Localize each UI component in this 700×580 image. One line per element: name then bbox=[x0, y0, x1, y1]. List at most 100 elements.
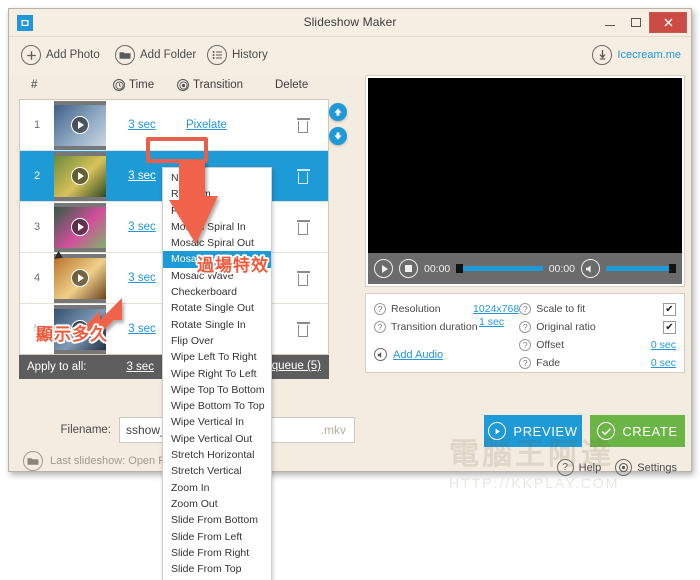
play-icon bbox=[381, 264, 388, 273]
create-button[interactable]: CREATE bbox=[590, 415, 685, 447]
original-ratio-checkbox[interactable]: ✔ bbox=[663, 320, 676, 334]
scale-to-fit-label: Scale to fit bbox=[536, 303, 586, 315]
brand-link[interactable]: Icecream.me bbox=[592, 45, 681, 65]
thumbnail[interactable] bbox=[54, 100, 106, 150]
column-label-num: # bbox=[31, 79, 38, 91]
column-label-delete: Delete bbox=[275, 79, 309, 91]
resolution-label: Resolution bbox=[391, 303, 441, 315]
seek-slider[interactable] bbox=[456, 264, 543, 273]
trash-icon bbox=[296, 219, 310, 235]
dropdown-item[interactable]: Mosaic Spiral Out bbox=[163, 235, 271, 251]
table-row[interactable]: 1 3 sec Pixelate bbox=[20, 100, 328, 151]
seek-knob[interactable] bbox=[456, 264, 464, 273]
minimize-icon bbox=[605, 25, 615, 26]
fade-label: Fade bbox=[536, 357, 561, 369]
main-body: # Time Transition Delete 1 3 sec Pixelat… bbox=[9, 75, 691, 471]
transition-duration-value[interactable]: 1 sec bbox=[479, 316, 504, 328]
row-transition-link[interactable]: Pixelate bbox=[178, 119, 278, 131]
row-number: 3 bbox=[33, 221, 41, 233]
help-icon[interactable]: ? bbox=[519, 339, 532, 351]
dropdown-item[interactable]: Checkerboard bbox=[163, 284, 271, 300]
dropdown-item[interactable]: Wipe Vertical In bbox=[163, 414, 271, 430]
dropdown-item[interactable]: Slide From Top bbox=[163, 561, 271, 577]
dropdown-item[interactable]: Wipe Bottom To Top bbox=[163, 398, 271, 414]
dropdown-item[interactable]: Rotate Single Out bbox=[163, 300, 271, 316]
dropdown-item[interactable]: Wipe Vertical Out bbox=[163, 431, 271, 447]
row-delete-button[interactable] bbox=[278, 117, 328, 133]
icecream-logo-icon bbox=[592, 45, 613, 65]
fade-value[interactable]: 0 sec bbox=[651, 357, 676, 369]
offset-value[interactable]: 0 sec bbox=[651, 339, 676, 351]
preview-screen[interactable] bbox=[368, 78, 682, 253]
close-button[interactable] bbox=[649, 12, 687, 33]
dropdown-item[interactable]: Random bbox=[163, 186, 271, 202]
play-overlay-icon bbox=[71, 269, 89, 287]
speaker-icon bbox=[586, 264, 591, 273]
list-icon bbox=[207, 45, 227, 65]
volume-button[interactable] bbox=[581, 259, 600, 278]
dropdown-item[interactable]: Stretch Horizontal bbox=[163, 447, 271, 463]
settings-column-left: ? Resolution 1024x768 ? Transition durat… bbox=[374, 300, 519, 366]
play-overlay-icon bbox=[71, 116, 89, 134]
dropdown-item[interactable]: Zoom Out bbox=[163, 496, 271, 512]
add-folder-button[interactable]: Add Folder bbox=[115, 45, 196, 65]
row-delete-button[interactable] bbox=[278, 219, 328, 235]
dropdown-item[interactable]: Mosaic Spiral In bbox=[163, 219, 271, 235]
move-up-button[interactable] bbox=[329, 103, 347, 121]
transition-dropdown-menu[interactable]: None Random Pixelate Mosaic Spiral In Mosaic… bbox=[162, 167, 272, 580]
play-button[interactable] bbox=[374, 259, 393, 278]
thumbnail[interactable] bbox=[54, 202, 106, 252]
audio-icon bbox=[374, 348, 387, 361]
dropdown-item[interactable]: Slide From Bottom bbox=[163, 512, 271, 528]
folder-open-icon bbox=[23, 451, 43, 471]
screenshot-root: Slideshow Maker Add Photo Add Folder His… bbox=[0, 0, 700, 580]
thumbnail[interactable] bbox=[54, 253, 106, 303]
add-photo-button[interactable]: Add Photo bbox=[21, 45, 100, 65]
row-delete-button[interactable] bbox=[278, 270, 328, 286]
dropdown-item[interactable]: Flip Over bbox=[163, 333, 271, 349]
row-number: 1 bbox=[33, 119, 41, 131]
add-audio-row[interactable]: Add Audio bbox=[374, 348, 519, 361]
dropdown-item[interactable]: Zoom In bbox=[163, 480, 271, 496]
preview-button[interactable]: PREVIEW bbox=[484, 415, 582, 447]
dropdown-item[interactable]: Pixelate bbox=[163, 203, 271, 219]
row-duration-link[interactable]: 3 sec bbox=[106, 119, 178, 131]
dropdown-item[interactable]: Stretch Vertical bbox=[163, 463, 271, 479]
scale-to-fit-checkbox[interactable]: ✔ bbox=[663, 302, 676, 316]
settings-button[interactable]: Settings bbox=[615, 459, 677, 476]
add-audio-label: Add Audio bbox=[393, 348, 444, 361]
apply-to-all-value[interactable]: 3 sec bbox=[126, 361, 154, 373]
filename-label: Filename: bbox=[60, 424, 112, 436]
dropdown-item[interactable]: Rotate Single In bbox=[163, 317, 271, 333]
volume-slider[interactable] bbox=[606, 264, 676, 273]
check-circle-icon bbox=[597, 422, 616, 440]
thumbnail[interactable] bbox=[54, 151, 106, 201]
dropdown-item[interactable]: Wipe Right To Left bbox=[163, 366, 271, 382]
dropdown-item[interactable]: Slide From Right bbox=[163, 545, 271, 561]
history-button[interactable]: History bbox=[207, 45, 268, 65]
stop-button[interactable] bbox=[399, 259, 418, 278]
row-delete-button[interactable] bbox=[278, 168, 328, 184]
column-header-num: # bbox=[31, 79, 37, 91]
help-icon[interactable]: ? bbox=[374, 303, 386, 315]
dropdown-item[interactable]: Slide From Left bbox=[163, 529, 271, 545]
dropdown-item[interactable]: None bbox=[163, 170, 271, 186]
dropdown-item[interactable]: Wipe Left To Right bbox=[163, 349, 271, 365]
title-bar: Slideshow Maker bbox=[9, 9, 691, 37]
maximize-button[interactable] bbox=[623, 12, 649, 33]
help-icon[interactable]: ? bbox=[519, 357, 532, 369]
output-settings-box: ? Resolution 1024x768 ? Transition durat… bbox=[365, 293, 685, 373]
move-down-button[interactable] bbox=[329, 127, 347, 145]
annotation-duration-note: 顯示多久 bbox=[36, 325, 108, 345]
help-icon[interactable]: ? bbox=[519, 303, 532, 315]
dropdown-item[interactable]: Wipe Top To Bottom bbox=[163, 382, 271, 398]
volume-track bbox=[606, 266, 676, 271]
row-number: 4 bbox=[33, 272, 41, 284]
volume-knob[interactable] bbox=[669, 264, 676, 273]
resolution-value[interactable]: 1024x768 bbox=[473, 303, 519, 315]
help-button[interactable]: ? Help bbox=[556, 459, 601, 476]
minimize-button[interactable] bbox=[597, 12, 623, 33]
help-icon[interactable]: ? bbox=[519, 321, 532, 333]
row-delete-button[interactable] bbox=[278, 321, 328, 337]
help-icon[interactable]: ? bbox=[374, 321, 386, 333]
